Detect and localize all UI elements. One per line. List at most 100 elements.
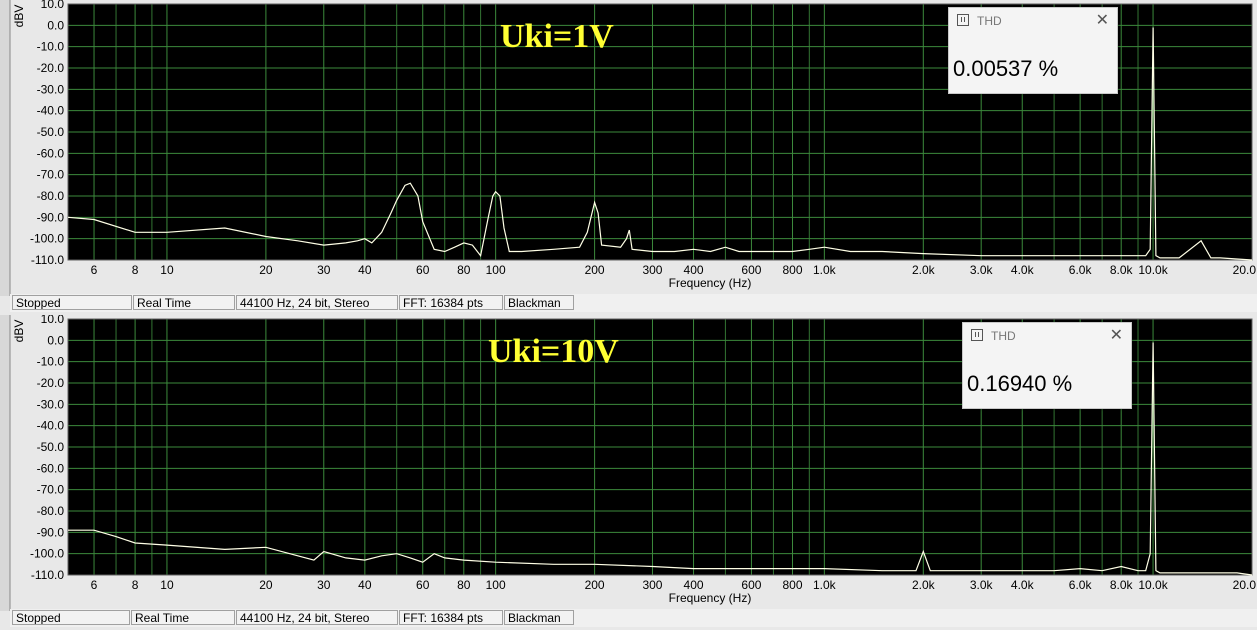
status-state: Stopped xyxy=(12,295,132,310)
status-window: Blackman xyxy=(504,295,574,310)
x-tick-label: 8 xyxy=(132,578,139,592)
status-mode: Real Time xyxy=(133,295,235,310)
y-tick-label: -30.0 xyxy=(37,397,65,411)
x-tick-label: 600 xyxy=(741,263,761,277)
y-tick-label: -100.0 xyxy=(30,547,64,561)
x-tick-label: 300 xyxy=(642,263,662,277)
x-tick-label: 30 xyxy=(317,578,331,592)
x-tick-label: 40 xyxy=(358,578,372,592)
thd-window-title: THD xyxy=(977,14,1002,28)
y-tick-label: -10.0 xyxy=(37,355,65,369)
y-tick-label: -50.0 xyxy=(37,440,65,454)
x-tick-label: 800 xyxy=(782,263,802,277)
x-tick-label: 60 xyxy=(416,263,430,277)
y-tick-label: -20.0 xyxy=(37,61,65,75)
window-edge xyxy=(0,0,10,296)
voltage-annotation: Uki=10V xyxy=(488,333,619,370)
y-tick-label: -80.0 xyxy=(37,504,65,518)
x-tick-label: 6.0k xyxy=(1069,263,1093,277)
x-tick-label: 3.0k xyxy=(970,578,994,592)
x-tick-label: 6.0k xyxy=(1069,578,1093,592)
status-state: Stopped xyxy=(12,610,130,625)
x-axis-label: Frequency (Hz) xyxy=(669,276,752,290)
thd-window[interactable]: THD ✕ 0.00537 % xyxy=(948,7,1118,94)
x-tick-label: 200 xyxy=(585,578,605,592)
status-mode: Real Time xyxy=(131,610,235,625)
thd-window-title: THD xyxy=(991,329,1016,343)
y-tick-label: 0.0 xyxy=(47,18,64,32)
x-tick-label: 80 xyxy=(457,263,471,277)
status-format: 44100 Hz, 24 bit, Stereo xyxy=(236,610,398,625)
y-tick-label: -110.0 xyxy=(31,568,64,582)
y-tick-label: -40.0 xyxy=(37,419,65,433)
x-tick-label: 200 xyxy=(585,263,605,277)
thd-value: 0.16940 % xyxy=(967,371,1073,396)
y-tick-label: 10.0 xyxy=(41,0,65,11)
x-tick-label: 8.0k xyxy=(1110,578,1134,592)
y-tick-label: -40.0 xyxy=(37,104,65,118)
status-window: Blackman xyxy=(504,610,574,625)
y-tick-label: -110.0 xyxy=(31,253,64,267)
x-tick-label: 8.0k xyxy=(1110,263,1134,277)
x-tick-label: 10.0k xyxy=(1138,263,1168,277)
y-tick-label: -50.0 xyxy=(37,125,65,139)
x-tick-label: 1.0k xyxy=(813,263,837,277)
x-tick-label: 6 xyxy=(91,263,98,277)
x-tick-label: 20 xyxy=(259,263,273,277)
thd-value: 0.00537 % xyxy=(953,56,1059,81)
y-tick-label: -60.0 xyxy=(37,146,65,160)
x-tick-label: 10.0k xyxy=(1138,578,1168,592)
x-tick-label: 100 xyxy=(486,263,506,277)
spectrum-panel-bottom: 10.0 0.0 -10.0 -20.0 -30.0 -40.0 -50.0 -60.0 -70… xyxy=(0,315,1257,630)
x-tick-label: 8 xyxy=(132,263,139,277)
x-tick-label: 2.0k xyxy=(912,263,936,277)
status-bar: Stopped Real Time 44100 Hz, 24 bit, Ster… xyxy=(10,294,1257,312)
x-tick-label: 20.0 xyxy=(1233,578,1257,592)
x-tick-label: 4.0k xyxy=(1011,263,1035,277)
x-tick-label: 10 xyxy=(160,578,174,592)
x-tick-label: 20.0 xyxy=(1233,263,1257,277)
x-tick-label: 800 xyxy=(782,578,802,592)
x-tick-label: 2.0k xyxy=(912,578,936,592)
thd-window[interactable]: THD ✕ 0.16940 % xyxy=(962,322,1132,409)
x-tick-label: 60 xyxy=(416,578,430,592)
y-tick-label: -10.0 xyxy=(37,40,65,54)
y-tick-label: -100.0 xyxy=(30,232,64,246)
y-tick-label: -70.0 xyxy=(37,483,65,497)
y-tick-label: -90.0 xyxy=(37,525,65,539)
x-tick-label: 80 xyxy=(457,578,471,592)
x-tick-label: 20 xyxy=(259,578,273,592)
status-fft: FFT: 16384 pts xyxy=(399,610,503,625)
y-tick-label: -20.0 xyxy=(37,376,65,390)
x-tick-label: 100 xyxy=(486,578,506,592)
y-tick-label: 0.0 xyxy=(47,333,64,347)
x-tick-label: 400 xyxy=(684,263,704,277)
x-tick-label: 4.0k xyxy=(1011,578,1035,592)
x-tick-label: 1.0k xyxy=(813,578,837,592)
voltage-annotation: Uki=1V xyxy=(500,18,614,55)
y-tick-label: 10.0 xyxy=(41,315,65,326)
y-tick-label: -70.0 xyxy=(37,168,65,182)
y-axis-label: dBV xyxy=(12,5,26,28)
status-format: 44100 Hz, 24 bit, Stereo xyxy=(236,295,398,310)
x-tick-label: 3.0k xyxy=(970,263,994,277)
status-fft: FFT: 16384 pts xyxy=(399,295,503,310)
x-tick-label: 600 xyxy=(741,578,761,592)
spectrum-panel-top: 10.0 0.0 -10.0 -20.0 -30.0 -40.0 -50.0 -60.0 -70… xyxy=(0,0,1257,316)
x-tick-label: 30 xyxy=(317,263,331,277)
window-icon xyxy=(971,329,983,341)
status-bar: Stopped Real Time 44100 Hz, 24 bit, Ster… xyxy=(10,609,1257,627)
y-tick-label: -30.0 xyxy=(37,82,65,96)
y-axis-label: dBV xyxy=(12,320,26,343)
x-tick-label: 40 xyxy=(358,263,372,277)
x-tick-label: 10 xyxy=(160,263,174,277)
y-tick-label: -60.0 xyxy=(37,461,65,475)
x-tick-label: 6 xyxy=(91,578,98,592)
y-tick-label: -90.0 xyxy=(37,210,65,224)
close-icon[interactable]: ✕ xyxy=(1096,10,1109,30)
x-tick-label: 400 xyxy=(684,578,704,592)
x-tick-label: 300 xyxy=(642,578,662,592)
window-edge xyxy=(0,315,10,611)
window-icon xyxy=(957,14,969,26)
close-icon[interactable]: ✕ xyxy=(1110,325,1123,345)
